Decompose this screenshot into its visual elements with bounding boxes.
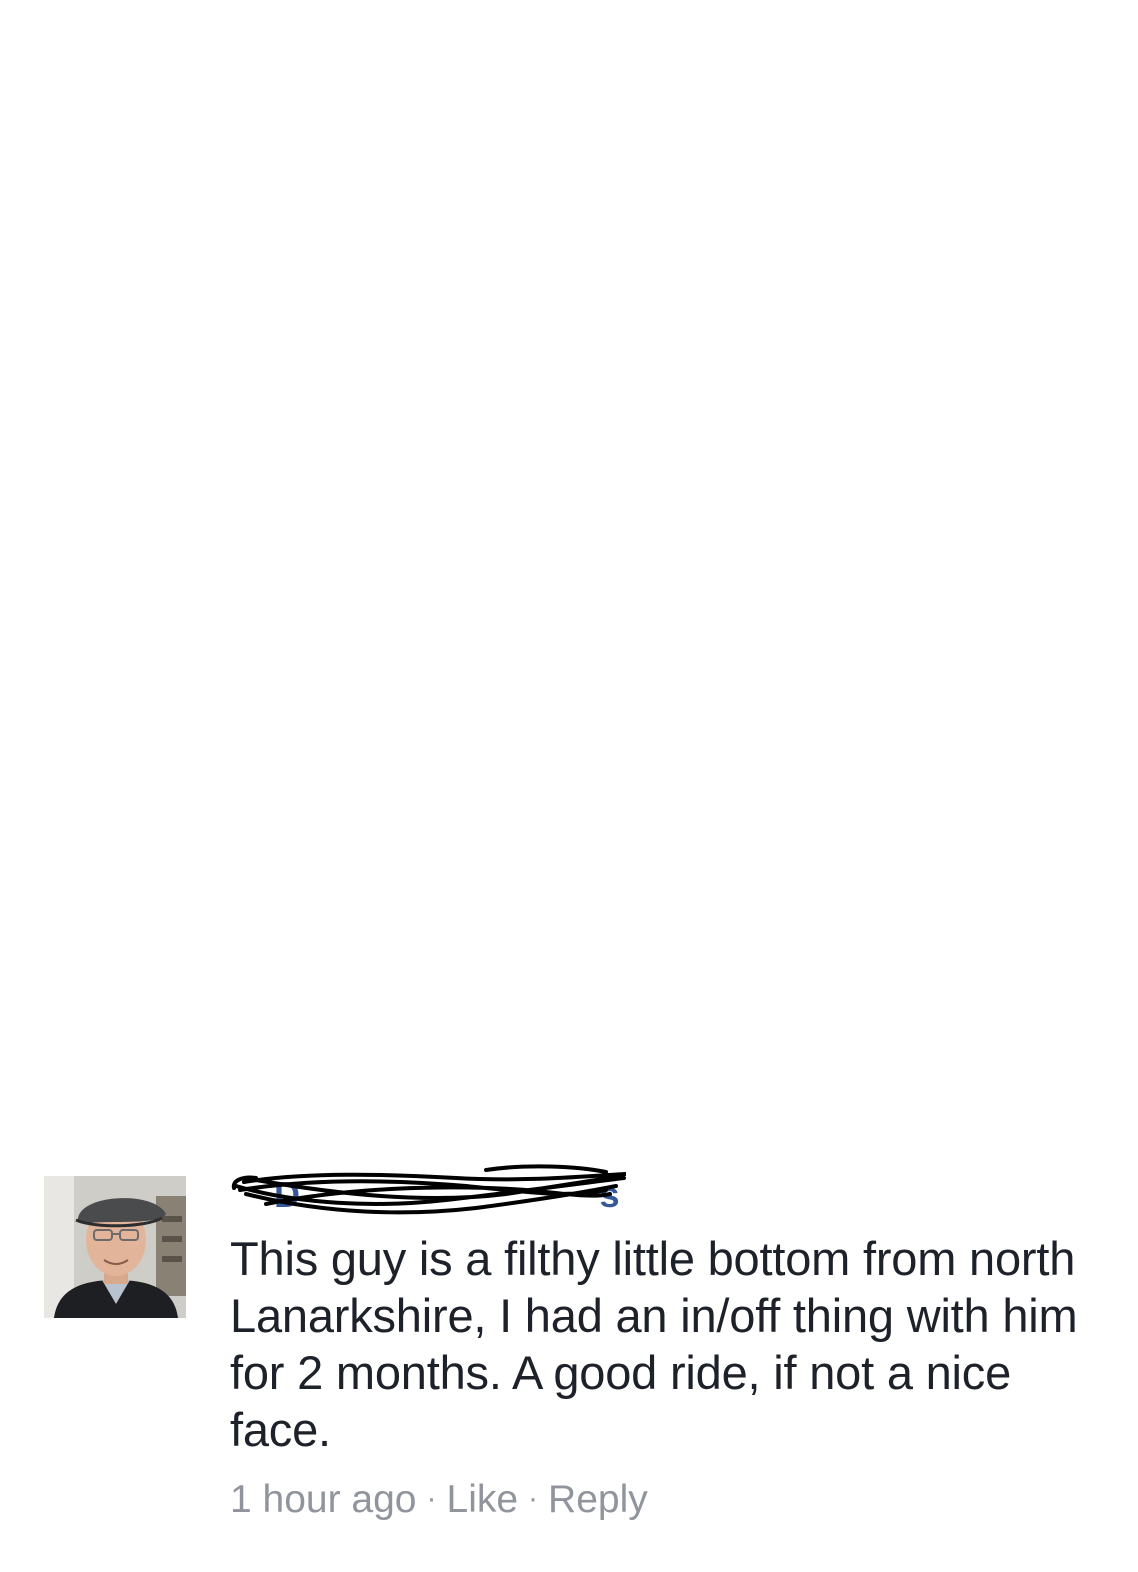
separator-dot: · xyxy=(426,1482,437,1515)
profile-photo-icon xyxy=(44,1176,186,1318)
comment-author[interactable]: Ds xyxy=(230,1164,1090,1230)
redaction-scribble-icon xyxy=(231,1164,626,1215)
avatar[interactable] xyxy=(44,1176,186,1318)
reply-link[interactable]: Reply xyxy=(548,1478,648,1521)
timestamp[interactable]: 1 hour ago xyxy=(230,1478,417,1521)
separator-dot: · xyxy=(528,1482,539,1515)
comment: Ds This guy is a filthy little bottom fr… xyxy=(44,1164,1104,1538)
comment-actions: 1 hour ago · Like · Reply xyxy=(230,1478,1090,1522)
like-link[interactable]: Like xyxy=(447,1478,519,1521)
comment-body: Ds This guy is a filthy little bottom fr… xyxy=(230,1164,1090,1522)
comment-text: This guy is a filthy little bottom from … xyxy=(230,1232,1078,1456)
